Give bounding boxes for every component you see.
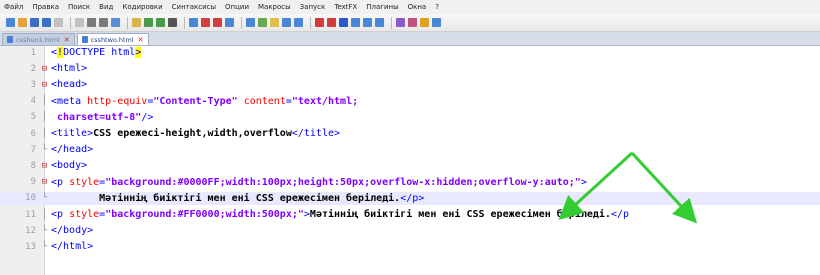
annotation-arrow-right xyxy=(630,151,698,224)
annotation-arrow-left xyxy=(558,151,634,221)
annotation-arrows xyxy=(558,151,698,224)
